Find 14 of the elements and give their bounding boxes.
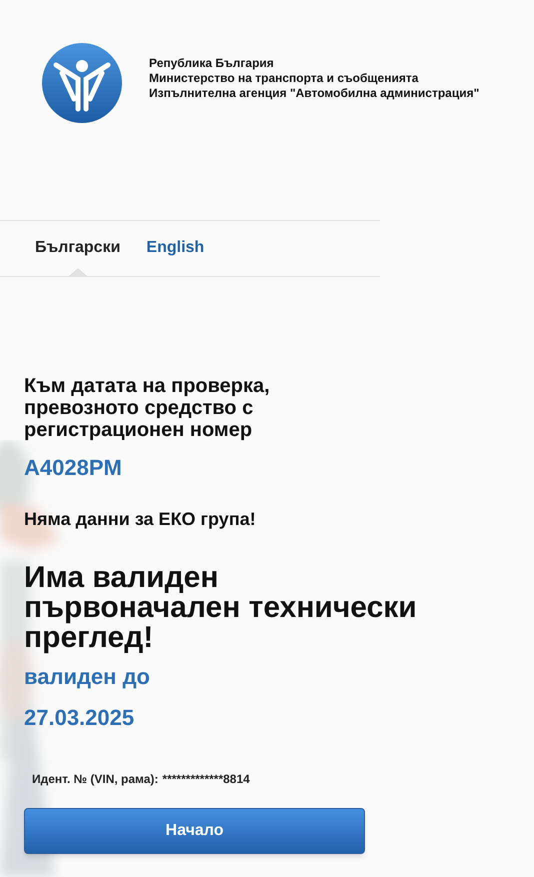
plate-number: A4028PM bbox=[24, 454, 123, 482]
header-text: Министерство на транспорта и съобщенията bbox=[149, 71, 420, 86]
headline: Има валиден първоначален технически преглед! bbox=[24, 563, 418, 653]
vin-label: Идент. № (VIN, рама): bbox=[32, 771, 158, 788]
valid-label: валиден до bbox=[24, 663, 151, 691]
intro-text: Към датата на проверка, превозното средство с регистрационен номер bbox=[24, 375, 271, 441]
vin-value: *************8814 bbox=[162, 771, 250, 788]
valid-date: 27.03.2025 bbox=[24, 704, 136, 732]
header-text: Република България bbox=[149, 56, 275, 71]
language-tab[interactable]: English bbox=[146, 221, 204, 276]
home-button[interactable]: Начало bbox=[24, 808, 365, 854]
language-tab[interactable]: Български bbox=[35, 221, 120, 276]
header-text: Изпълнителна агенция "Автомобилна администрация" bbox=[149, 86, 480, 101]
eco-note: Няма данни за ЕКО група! bbox=[24, 508, 257, 531]
